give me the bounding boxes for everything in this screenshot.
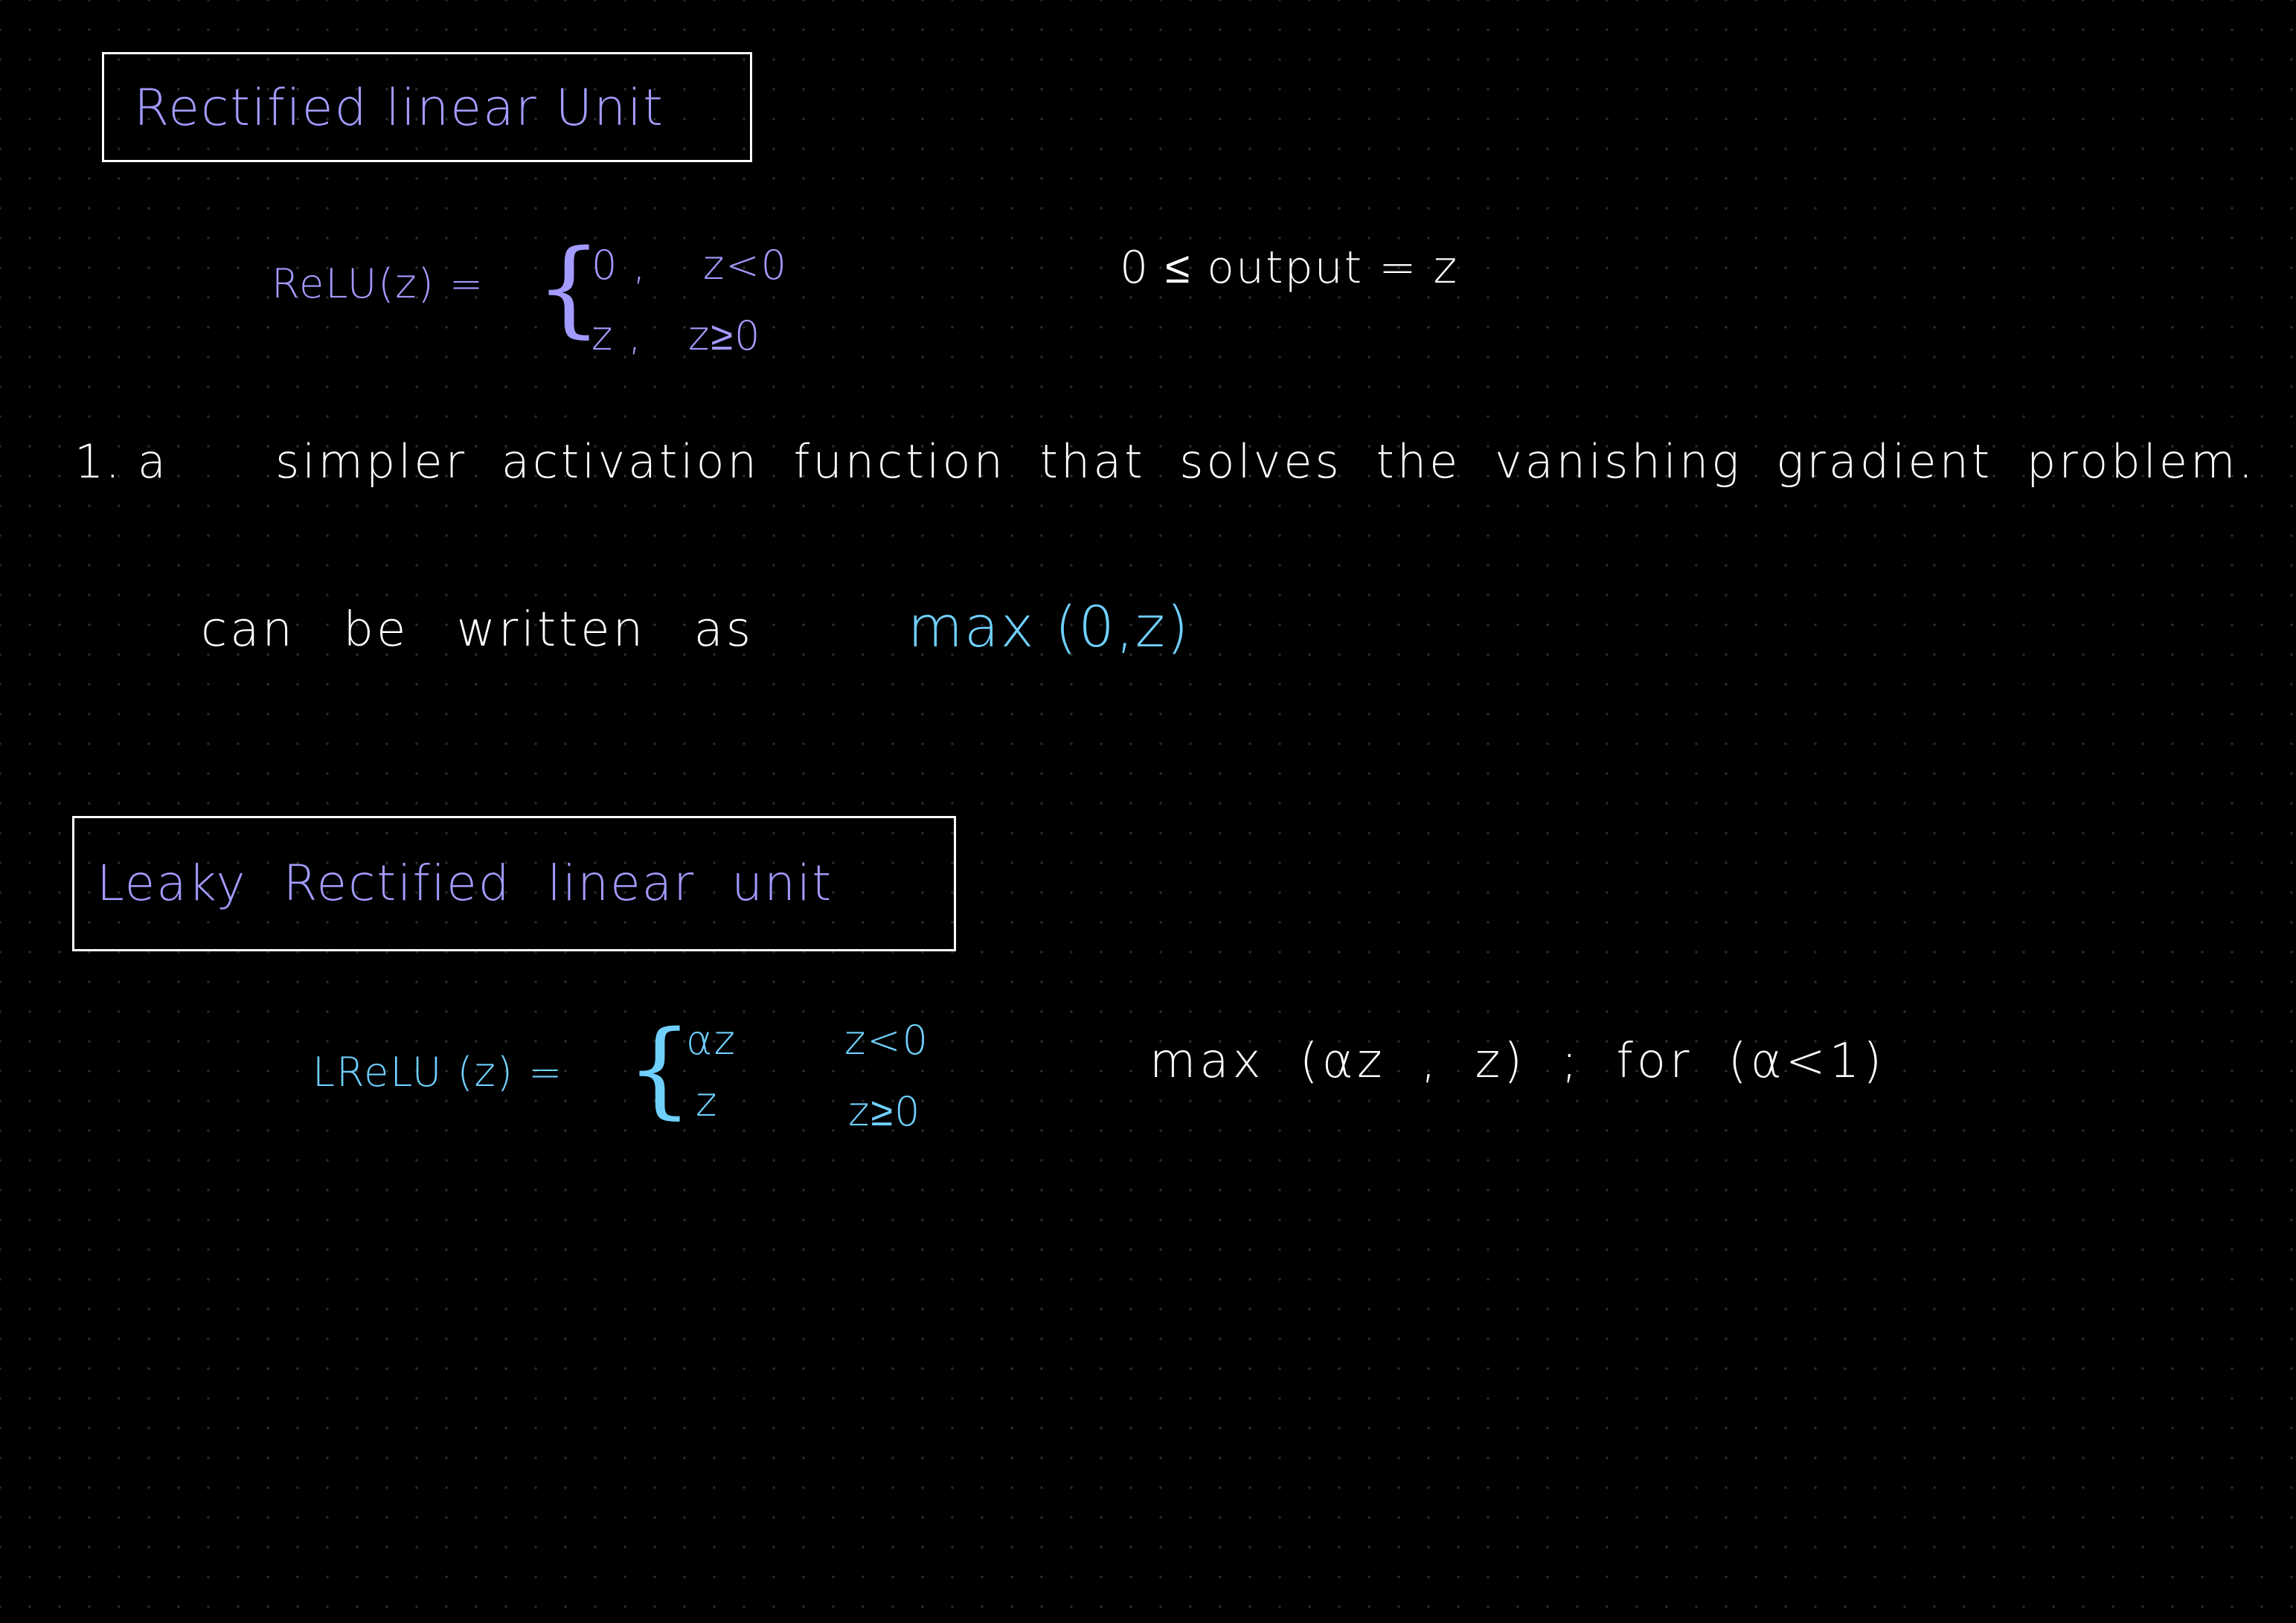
relu-case2-condition: z≥0 <box>688 312 762 359</box>
relu-case1-value: 0 , <box>591 242 647 289</box>
relu-case2-value: z , <box>591 312 643 359</box>
relu-formula-lhs: ReLU(z) = <box>272 260 485 307</box>
lrelu-brace: { <box>626 1009 693 1130</box>
lrelu-heading: Leaky Rectified linear unit <box>97 855 833 912</box>
note-line1-text: simpler activation function that solves … <box>275 434 2257 489</box>
lrelu-case2-value: z <box>696 1079 719 1125</box>
note-line2-text: can be written as <box>201 602 754 658</box>
relu-heading: Rectified linear Unit <box>134 79 664 138</box>
note-line1-number: 1. a <box>74 434 167 489</box>
lrelu-formula-lhs: LReLU (z) = <box>312 1049 564 1096</box>
lrelu-case1-condition: z<0 <box>844 1017 929 1064</box>
lrelu-case1-value: αz <box>686 1017 737 1064</box>
relu-case1-condition: z<0 <box>703 242 788 289</box>
lrelu-max-note: max (αz , z) ; for (α<1) <box>1149 1034 1886 1089</box>
relu-range-note: 0 ≤ output = z <box>1120 242 1459 294</box>
lrelu-case2-condition: z≥0 <box>848 1088 922 1135</box>
notes-canvas: Rectified linear Unit ReLU(z) = { 0 , z<… <box>0 0 2296 1623</box>
note-line2-formula: max (0,z) <box>908 594 1190 660</box>
